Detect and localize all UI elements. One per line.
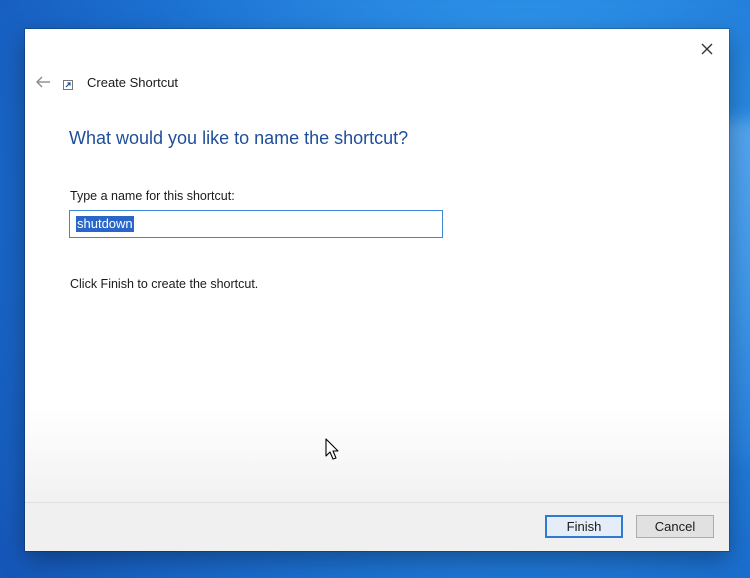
- instruction-text: Click Finish to create the shortcut.: [70, 277, 259, 291]
- cancel-button[interactable]: Cancel: [636, 515, 714, 538]
- create-shortcut-dialog: Create Shortcut What would you like to n…: [25, 29, 729, 551]
- close-button[interactable]: [693, 37, 721, 61]
- shortcut-name-selected-text: shutdown: [76, 216, 134, 232]
- shortcut-icon: [63, 80, 73, 90]
- close-icon: [701, 43, 713, 55]
- back-button[interactable]: [33, 72, 53, 92]
- back-arrow-icon: [36, 76, 50, 88]
- shortcut-name-input[interactable]: shutdown: [69, 210, 443, 238]
- wizard-header: Create Shortcut: [33, 69, 178, 95]
- mouse-pointer-icon: [325, 438, 339, 460]
- page-heading: What would you like to name the shortcut…: [69, 128, 409, 148]
- finish-button[interactable]: Finish: [545, 515, 623, 538]
- content-fade: [25, 409, 729, 503]
- dialog-footer: Finish Cancel: [25, 502, 729, 551]
- window-title: Create Shortcut: [87, 74, 179, 90]
- shortcut-name-label: Type a name for this shortcut:: [70, 189, 235, 203]
